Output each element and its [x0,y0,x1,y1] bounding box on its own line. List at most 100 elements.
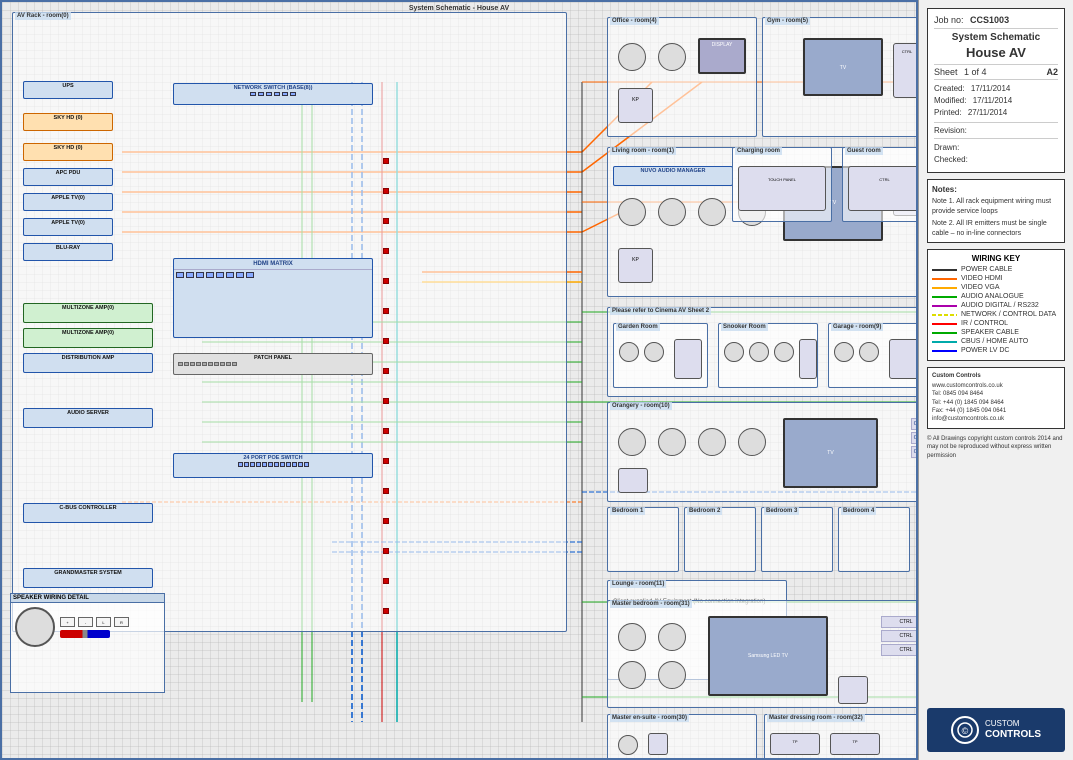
ir-line [932,323,957,325]
snooker-zone: Snooker Room [718,323,818,388]
dressing-ctrl: TP [770,733,820,755]
orangery-speaker-3 [698,428,726,456]
living-speaker-3 [698,198,726,226]
snooker-ctrl [799,339,817,379]
games-speaker-2 [644,342,664,362]
hdmi-line [932,278,957,280]
sheet-label: Sheet 1 of 4 [934,67,991,77]
connector-7 [383,338,389,344]
power-line [932,269,957,271]
cbus-controller: C-BUS CONTROLLER [23,503,153,523]
connector-9 [383,398,389,404]
orangery-tv: TV [783,418,878,488]
snooker-speaker-1 [724,342,744,362]
orangery-speaker-1 [618,428,646,456]
bedroom3-label: Bedroom 3 [764,507,799,515]
guest-room-label: Guest room [845,147,883,155]
master-speaker-4 [658,661,686,689]
key-speaker: SPEAKER CABLE [932,329,1060,336]
charging-label: Charging room [735,147,782,155]
hdmi-matrix: HDMI MATRIX [173,258,373,338]
job-label: Job no: [934,15,964,25]
multizone-amp-1: MULTIZONE AMP(0) [23,303,153,323]
hdmi-label: VIDEO HDMI [961,275,1003,282]
ensuite-speaker [618,735,638,755]
garage-ctrl [889,339,918,379]
bedroom3-zone: Bedroom 3 [761,507,833,572]
master-keypad [838,676,868,704]
company-block: Custom Controls www.customcontrols.co.uk… [927,367,1065,428]
speaker-label: SPEAKER CABLE [961,329,1019,336]
office-zone: Office - room(4) DISPLAY KP [607,17,757,137]
games-room-label: Garden Room [616,323,660,331]
playroom-zone: Please refer to Cinema AV Sheet 2 Garden… [607,307,918,397]
garage-speaker-1 [834,342,854,362]
power-label: POWER CABLE [961,266,1012,273]
key-network: NETWORK / CONTROL DATA [932,311,1060,318]
living-keypad: KP [618,248,653,283]
connector-3 [383,218,389,224]
company-tel2: Tel: +44 (0) 1845 094 8464 [932,399,1060,407]
copyright-text: © All Drawings copyright custom controls… [927,436,1063,459]
master-bedroom-zone: Master bedroom - room(31) Samsung LED TV… [607,600,918,708]
bedroom4-label: Bedroom 4 [841,507,876,515]
sky-hd-2: SKY HD (0) [23,143,113,161]
job-number-row: Job no: CCS1003 [934,15,1058,29]
bluray-player: BLU-RAY [23,243,113,261]
printed-row: Printed: 27/11/2014 [934,107,1058,119]
power-lv-line [932,350,957,352]
dist-amp-1: DISTRIBUTION AMP [23,353,153,373]
schematic-background: AV Rack - room(0) NETWORK SWITCH (BASE(8… [2,2,916,758]
connector-1 [383,158,389,164]
gym-label: Gym - room(5) [765,17,810,25]
key-cbus: CBUS / HOME AUTO [932,338,1060,345]
audio-server: AUDIO SERVER [23,408,153,428]
games-ctrl [674,339,702,379]
revision-block: Revision: [934,126,1058,139]
logo-custom: CUSTOM [985,719,1041,729]
orangery-keypad [618,468,648,493]
drawn-row: Drawn: [934,142,1058,154]
orangery-label: Orangery - room(10) [610,402,672,410]
av-rack-label: AV Rack - room(0) [15,12,71,20]
connector-16 [383,608,389,614]
orangery-zone: Orangery - room(10) TV CTRL CTRL CTRL [607,402,918,502]
copyright-block: © All Drawings copyright custom controls… [927,435,1065,460]
grandmaster-system: GRANDMASTER SYSTEM [23,568,153,588]
doc-type: System Schematic [934,32,1058,43]
playroom-label: Please refer to Cinema AV Sheet 2 [610,307,711,315]
audio-analogue-label: AUDIO ANALOGUE [961,293,1024,300]
speaker-line [932,332,957,334]
bedroom1-zone: Bedroom 1 [607,507,679,572]
key-ir: IR / CONTROL [932,320,1060,327]
master-bedroom-label: Master bedroom - room(31) [610,600,692,608]
doc-title: House AV [934,45,1058,60]
checked-row: Checked: [934,154,1058,166]
office-screen: DISPLAY [698,38,746,74]
company-fax: Fax: +44 (0) 1845 094 0641 [932,407,1060,415]
bedroom1-label: Bedroom 1 [610,507,645,515]
living-room-label: Living room - room(1) [610,147,676,155]
network-switch-24: 24 PORT POE SWITCH [173,453,373,478]
speaker-wiring-detail: SPEAKER WIRING DETAIL + - L R [10,593,165,693]
ups-unit: UPS [23,81,113,99]
sheet-ref: A2 [1046,67,1058,77]
company-name: Custom Controls [932,372,1060,380]
vga-line [932,287,957,289]
schematic-area[interactable]: AV Rack - room(0) NETWORK SWITCH (BASE(8… [0,0,918,760]
connector-15 [383,578,389,584]
master-tv: Samsung LED TV [708,616,828,696]
sheet-info: Sheet 1 of 4 A2 [934,64,1058,80]
lounge-label: Lounge - room(11) [610,580,666,588]
snooker-label: Snooker Room [721,323,768,331]
key-vga: VIDEO VGA [932,284,1060,291]
dates-block: Created: 17/11/2014 Modified: 17/11/2014… [934,83,1058,123]
logo-block: © CUSTOM CONTROLS [927,708,1065,752]
right-panel: Job no: CCS1003 System Schematic House A… [918,0,1073,760]
master-speaker-3 [618,661,646,689]
gym-keypad: CTRL [893,43,918,98]
connector-4 [383,248,389,254]
guest-room-zone: Guest room CTRL [842,147,918,222]
multizone-amp-2: MULTIZONE AMP(0) [23,328,153,348]
orangery-speaker-4 [738,428,766,456]
